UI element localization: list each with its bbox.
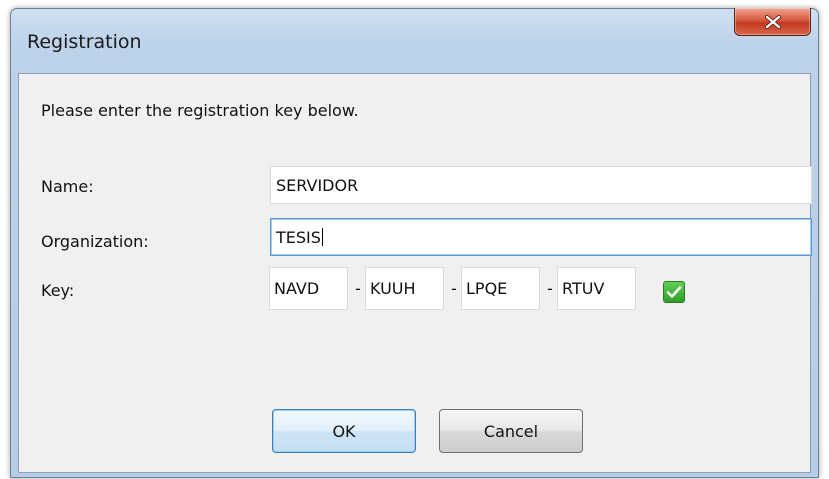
- key-label: Key:: [41, 281, 75, 300]
- key-separator: -: [355, 279, 361, 298]
- dialog-body: Please enter the registration key below.…: [18, 73, 812, 473]
- key-segment-2-value: KUUH: [370, 279, 416, 298]
- ok-button-label: OK: [332, 421, 356, 441]
- key-segment-1[interactable]: NAVD: [269, 267, 348, 310]
- name-label: Name:: [41, 177, 94, 196]
- organization-label: Organization:: [41, 232, 149, 251]
- window-title: Registration: [27, 31, 142, 53]
- organization-field-value: TESIS: [276, 228, 321, 247]
- text-caret: [321, 228, 323, 246]
- organization-field[interactable]: TESIS: [270, 218, 812, 256]
- key-segment-4[interactable]: RTUV: [557, 267, 636, 310]
- close-icon: [764, 14, 782, 29]
- name-field[interactable]: SERVIDOR: [270, 166, 812, 204]
- key-segment-3-value: LPQE: [466, 279, 508, 298]
- cancel-button-label: Cancel: [483, 421, 539, 441]
- key-separator: -: [451, 279, 457, 298]
- key-segment-3[interactable]: LPQE: [461, 267, 540, 310]
- key-segment-2[interactable]: KUUH: [365, 267, 444, 310]
- instruction-text: Please enter the registration key below.: [41, 101, 359, 120]
- key-separator: -: [547, 279, 553, 298]
- ok-button[interactable]: OK: [272, 409, 416, 453]
- checkmark-icon: [663, 281, 685, 303]
- registration-dialog: Registration Please enter the registrati…: [10, 8, 819, 478]
- name-field-value: SERVIDOR: [276, 176, 359, 195]
- cancel-button[interactable]: Cancel: [439, 409, 583, 453]
- close-button[interactable]: [734, 8, 811, 36]
- title-bar[interactable]: Registration: [11, 8, 818, 71]
- key-segment-1-value: NAVD: [274, 279, 320, 298]
- key-segment-4-value: RTUV: [562, 279, 605, 298]
